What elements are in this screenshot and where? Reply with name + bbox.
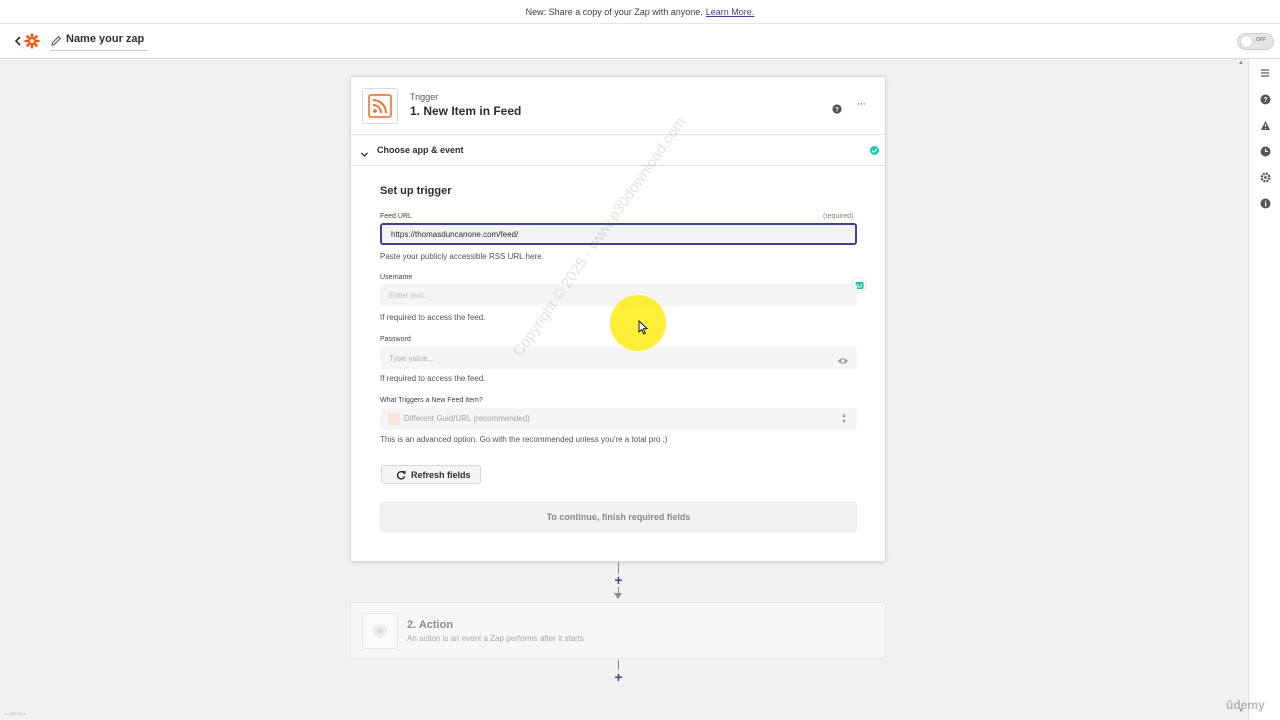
what-triggers-value: Different Guid/URL (recommended) [404, 414, 530, 423]
zapier-logo-icon[interactable] [24, 33, 40, 49]
refresh-icon [396, 470, 406, 480]
toggle-knob [1241, 36, 1252, 47]
back-button[interactable] [12, 33, 24, 49]
step-help-icon[interactable]: ? [832, 101, 842, 114]
completed-check-icon [870, 146, 879, 155]
learn-more-link[interactable]: Learn More. [706, 7, 755, 17]
zap-name-title[interactable]: Name your zap [66, 33, 144, 45]
section-title: Choose app & event [377, 145, 464, 155]
chevron-left-icon [14, 36, 21, 46]
right-sidebar: ? [1248, 59, 1280, 720]
outline-list-icon[interactable] [1259, 67, 1271, 79]
footer-id-text: sc-4f8c7dc1 [4, 711, 26, 716]
add-step-plus-icon[interactable]: + [612, 573, 625, 587]
udemy-watermark: ûdemy [1226, 698, 1265, 712]
info-icon[interactable] [1259, 197, 1271, 209]
connector-arrow-icon [614, 593, 622, 599]
what-triggers-label: What Triggers a New Feed Item? [380, 397, 483, 404]
continue-button[interactable]: To continue, finish required fields [380, 502, 857, 532]
mouse-pointer-icon [638, 319, 649, 335]
feed-url-input[interactable]: https://thomasduncanone.com/feed/ [380, 223, 857, 245]
what-triggers-select[interactable]: Different Guid/URL (recommended) ▲ ▼ [380, 408, 857, 430]
refresh-fields-button[interactable]: Refresh fields [381, 465, 481, 484]
refresh-fields-label: Refresh fields [411, 469, 471, 480]
feed-url-hint: Paste your publicly accessible RSS URL h… [380, 252, 544, 261]
rss-app-icon [362, 88, 398, 124]
step-more-options-icon[interactable]: ··· [857, 98, 866, 110]
username-hint: If required to access the feed. [380, 313, 486, 322]
username-label: Username [380, 274, 413, 281]
feed-url-label: Feed URL [380, 213, 412, 220]
toggle-label: OFF [1256, 37, 1266, 43]
step-type-label: Trigger [410, 92, 439, 102]
editor-topbar: Name your zap OFF [0, 24, 1280, 59]
password-label: Password [380, 336, 411, 343]
warning-icon[interactable] [1259, 119, 1271, 131]
password-hint: If required to access the feed. [380, 374, 486, 383]
show-password-eye-icon[interactable] [837, 353, 849, 364]
rss-small-icon [388, 413, 400, 425]
svg-text:?: ? [835, 107, 839, 114]
action-step-card[interactable]: 2. Action An action is an event a Zap pe… [350, 602, 886, 659]
action-placeholder-icon [362, 613, 398, 649]
action-step-title: 2. Action [407, 619, 454, 631]
help-icon[interactable]: ? [1259, 93, 1271, 105]
announcement-banner: New: Share a copy of your Zap with anyon… [0, 0, 1280, 24]
trigger-step-header[interactable]: Trigger 1. New Item in Feed ? ··· [351, 77, 885, 135]
zap-on-off-toggle[interactable]: OFF [1237, 33, 1274, 50]
add-step-plus-icon[interactable]: + [612, 670, 625, 684]
zap-name-underline [50, 50, 148, 51]
action-step-description: An action is an event a Zap performs aft… [407, 634, 584, 643]
history-clock-icon[interactable] [1259, 145, 1271, 157]
password-input[interactable]: Type value... [380, 347, 857, 369]
settings-gear-icon[interactable] [1259, 171, 1271, 183]
step-title: 1. New Item in Feed [410, 104, 522, 118]
scroll-up-arrow-icon[interactable]: ▲ [1238, 60, 1244, 66]
pencil-icon[interactable] [50, 34, 62, 48]
svg-text:?: ? [1263, 97, 1267, 104]
banner-text: New: Share a copy of your Zap with anyon… [525, 6, 703, 17]
setup-trigger-heading: Set up trigger [380, 185, 452, 197]
what-triggers-hint: This is an advanced option. Go with the … [380, 435, 668, 444]
required-indicator: (required) [823, 213, 854, 220]
choose-app-event-section[interactable]: Choose app & event [351, 135, 885, 166]
chevron-down-icon [360, 146, 369, 157]
select-arrows-icon: ▲ ▼ [841, 413, 847, 425]
